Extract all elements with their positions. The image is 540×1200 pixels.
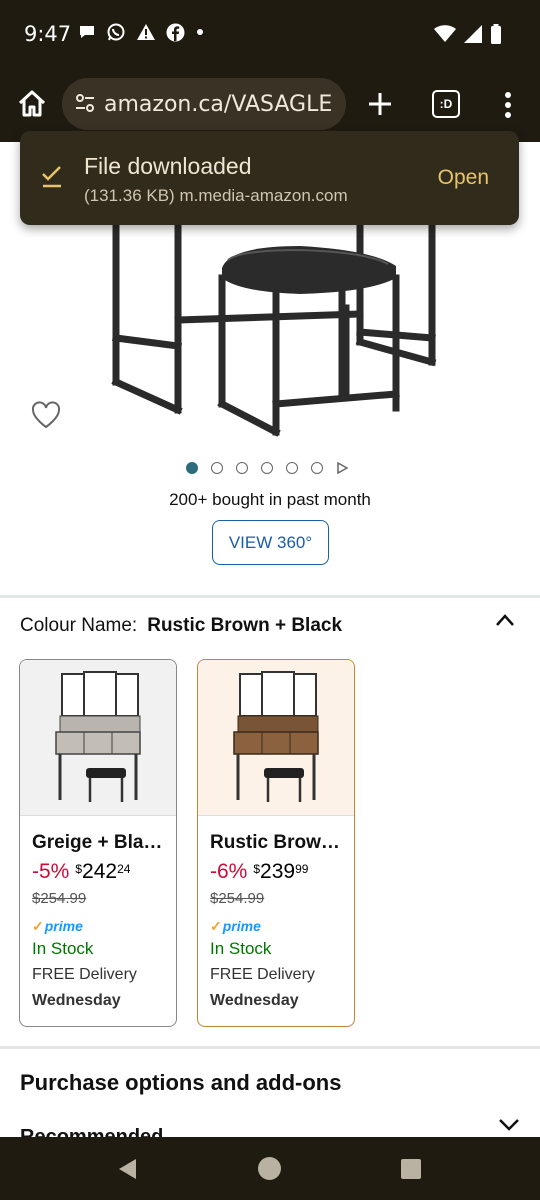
download-complete-icon	[42, 166, 61, 188]
price-whole: 239	[260, 860, 296, 883]
stock-status: In Stock	[210, 939, 272, 958]
prime-check-icon: ✓	[210, 918, 222, 934]
price-whole: 242	[82, 860, 118, 883]
purchase-options-heading[interactable]: Purchase options and add-ons	[20, 1070, 341, 1096]
system-nav-bar	[0, 1137, 540, 1200]
list-price: $254.99	[32, 890, 87, 907]
status-time: 9:47	[24, 22, 72, 46]
variant-name: Rustic Brow…	[210, 832, 340, 853]
bought-count: 200+ bought in past month	[169, 490, 371, 509]
facebook-icon	[166, 23, 185, 41]
list-price: $254.99	[210, 890, 265, 907]
colour-value: Rustic Brown + Black	[147, 615, 343, 636]
view-360-button[interactable]: VIEW 360°	[212, 520, 329, 565]
discount-percent: -6%	[210, 860, 248, 883]
variant-card-rustic-brown[interactable]: Rustic Brow… -6% $ 239 99 $254.99 ✓prime…	[197, 659, 355, 1027]
new-tab-icon[interactable]	[366, 90, 394, 118]
gallery-dot-6[interactable]	[311, 462, 323, 474]
prime-badge: ✓prime	[32, 918, 83, 935]
battery-icon	[491, 24, 501, 44]
toast-subtitle: (131.36 KB) m.media-amazon.com	[84, 186, 348, 205]
signal-icon	[464, 25, 482, 43]
back-icon[interactable]	[116, 1157, 138, 1181]
download-toast: File downloaded (131.36 KB) m.media-amaz…	[20, 131, 519, 225]
delivery-day: Wednesday	[32, 992, 121, 1009]
delivery-text: FREE Delivery	[210, 966, 315, 983]
url-bar[interactable]: amazon.ca/VASAGLE	[62, 78, 346, 130]
chevron-down-icon[interactable]	[498, 1117, 520, 1133]
variant-price-row: -6% $ 239 99	[210, 860, 308, 884]
gallery-dot-1[interactable]	[186, 462, 198, 474]
price-currency: $	[253, 862, 261, 876]
prime-check-icon: ✓	[32, 918, 44, 934]
delivery-day: Wednesday	[210, 992, 299, 1009]
price-currency: $	[75, 862, 83, 876]
tab-switcher-button[interactable]: :D	[432, 90, 460, 118]
gallery-dot-3[interactable]	[236, 462, 248, 474]
price-fraction: 99	[295, 862, 309, 876]
stock-status: In Stock	[32, 939, 94, 958]
view-360-label: VIEW 360°	[228, 532, 313, 552]
divider	[0, 595, 540, 598]
home-icon[interactable]	[16, 88, 48, 120]
wishlist-heart-icon[interactable]	[30, 400, 62, 430]
status-bar: 9:47	[0, 0, 540, 70]
video-play-icon[interactable]	[336, 462, 348, 474]
dot-icon	[197, 29, 203, 35]
prime-label: prime	[44, 918, 83, 934]
chevron-up-icon[interactable]	[495, 612, 515, 628]
divider	[0, 1046, 540, 1049]
gallery-dots	[186, 462, 348, 474]
recents-icon[interactable]	[400, 1158, 422, 1180]
variant-card-greige[interactable]: Greige + Bla… -5% $ 242 24 $254.99 ✓prim…	[19, 659, 177, 1027]
gallery-dot-5[interactable]	[286, 462, 298, 474]
price-fraction: 24	[117, 862, 131, 876]
prime-label: prime	[222, 918, 261, 934]
url-text[interactable]: amazon.ca/VASAGLE	[104, 92, 340, 117]
prime-badge: ✓prime	[210, 918, 261, 935]
colour-row: Colour Name: Rustic Brown + Black	[20, 615, 342, 637]
toast-open-button[interactable]: Open	[438, 166, 489, 190]
site-settings-icon[interactable]	[74, 92, 96, 114]
wifi-icon	[434, 25, 456, 42]
chat-bubble-icon	[80, 26, 94, 38]
gallery-dot-2[interactable]	[211, 462, 223, 474]
tab-switcher-label: :D	[439, 97, 453, 111]
gallery-dot-4[interactable]	[261, 462, 273, 474]
home-nav-icon[interactable]	[257, 1156, 282, 1181]
notification-icons	[78, 22, 205, 42]
variant-image	[198, 660, 354, 816]
toast-title: File downloaded	[84, 153, 252, 179]
variant-image	[20, 660, 176, 816]
system-icons	[434, 24, 502, 44]
whatsapp-icon	[107, 23, 125, 41]
colour-label: Colour Name:	[20, 615, 138, 636]
variant-name: Greige + Bla…	[32, 832, 163, 853]
warning-icon	[137, 24, 155, 40]
discount-percent: -5%	[32, 860, 70, 883]
more-menu-icon[interactable]	[500, 90, 516, 120]
variant-price-row: -5% $ 242 24	[32, 860, 130, 884]
delivery-text: FREE Delivery	[32, 966, 137, 983]
